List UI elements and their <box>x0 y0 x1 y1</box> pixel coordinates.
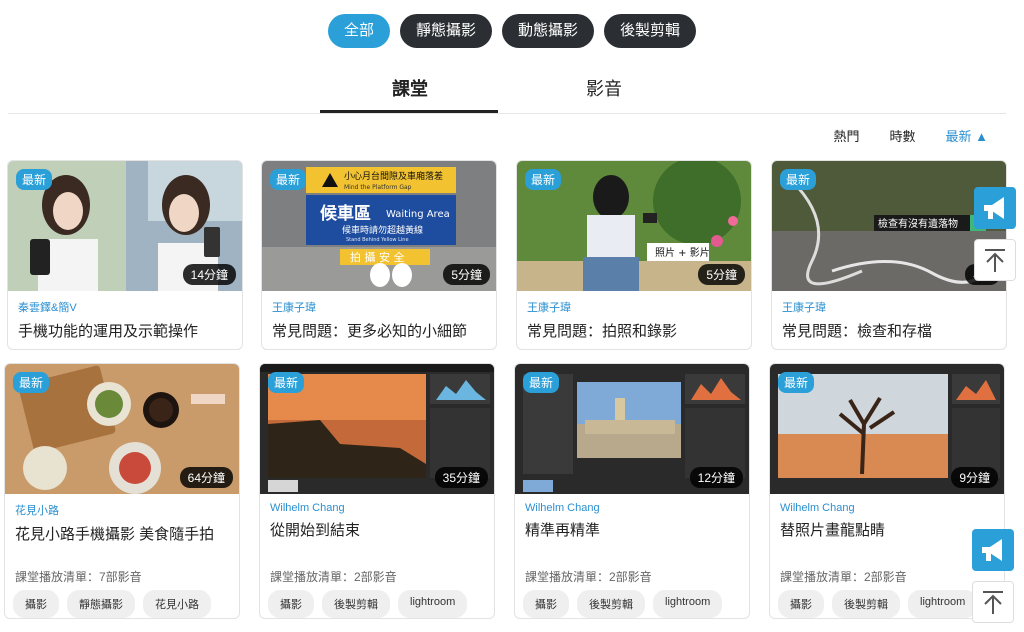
course-title[interactable]: 常見問題：檢查和存檔 <box>772 315 1006 341</box>
new-badge: 最新 <box>270 169 307 190</box>
tag-chip[interactable]: 攝影 <box>778 590 824 618</box>
course-author[interactable]: Wilhelm Chang <box>770 494 1004 514</box>
tag-list: 攝影 後製剪輯 lightroom <box>778 590 978 618</box>
sign-top-text: 小心月台間隙及車廂落差 <box>344 170 443 182</box>
sign-line-text: 候車時請勿超越黃線 <box>342 224 423 236</box>
sort-newest[interactable]: 最新 ▲ <box>946 126 988 145</box>
duration-badge: 14分鐘 <box>182 264 236 285</box>
category-filters: 全部 靜態攝影 動態攝影 後製剪輯 <box>0 14 1024 48</box>
playlist-count: 課堂播放清單：2部影音 <box>780 570 907 584</box>
sort-length[interactable]: 時數 <box>890 126 916 145</box>
course-card[interactable]: 照片 + 影片 最新 5分鐘 王康子瑋 常見問題：拍照和錄影 <box>516 160 752 350</box>
new-badge: 最新 <box>780 169 817 190</box>
tag-chip[interactable]: 攝影 <box>523 590 569 618</box>
floor-text: 拍 攝 安 全 <box>350 250 405 264</box>
sort-hot[interactable]: 熱門 <box>833 126 859 145</box>
sign-sub-text: Mind the Platform Gap <box>344 184 412 191</box>
course-thumbnail[interactable]: 最新 64分鐘 <box>5 364 239 494</box>
course-thumbnail[interactable]: 照片 + 影片 最新 5分鐘 <box>517 161 751 291</box>
duration-badge: 12分鐘 <box>689 467 743 488</box>
duration-badge: 9分鐘 <box>951 467 998 488</box>
course-card[interactable]: 最新 12分鐘 Wilhelm Chang 精準再精準 課堂播放清單：2部影音 … <box>514 363 750 619</box>
tag-chip[interactable]: 攝影 <box>13 590 59 618</box>
course-title[interactable]: 常見問題：拍照和錄影 <box>517 315 751 341</box>
tag-chip[interactable]: lightroom <box>653 590 723 618</box>
tag-list: 攝影 後製剪輯 lightroom <box>523 590 723 618</box>
sign-big-text: 候車區 <box>320 203 371 224</box>
divider <box>8 113 1006 114</box>
new-badge: 最新 <box>268 372 305 393</box>
course-title[interactable]: 替照片畫龍點睛 <box>770 514 1004 540</box>
new-badge: 最新 <box>523 372 560 393</box>
arrow-up-icon <box>983 591 1003 614</box>
back-to-top-button[interactable] <box>974 239 1016 281</box>
thumb-label: 檢查有沒有遺落物 <box>878 217 958 230</box>
course-author[interactable]: 王康子瑋 <box>772 291 1006 315</box>
tag-chip[interactable]: 攝影 <box>268 590 314 618</box>
duration-badge: 5分鐘 <box>698 264 745 285</box>
new-badge: 最新 <box>525 169 562 190</box>
sort-options: 熱門 時數 最新 ▲ <box>833 126 988 145</box>
tag-chip[interactable]: 後製剪輯 <box>832 590 900 618</box>
megaphone-icon <box>984 197 1004 219</box>
tag-chip[interactable]: lightroom <box>908 590 978 618</box>
course-card[interactable]: 最新 14分鐘 秦雲鐸&簡V 手機功能的運用及示範操作 <box>7 160 243 350</box>
course-card[interactable]: 小心月台間隙及車廂落差 Mind the Platform Gap 候車區 Wa… <box>261 160 497 350</box>
tag-list: 攝影 靜態攝影 花見小路 <box>13 590 211 618</box>
course-author[interactable]: 秦雲鐸&簡V <box>8 291 242 315</box>
course-card[interactable]: 最新 64分鐘 花見小路 花見小路手機攝影 美食隨手拍 課堂播放清單：7部影音 … <box>4 363 240 619</box>
course-thumbnail[interactable]: 最新 12分鐘 <box>515 364 749 494</box>
arrow-up-icon <box>985 249 1005 272</box>
course-card[interactable]: 最新 9分鐘 Wilhelm Chang 替照片畫龍點睛 課堂播放清單：2部影音… <box>769 363 1005 619</box>
course-title[interactable]: 常見問題：更多必知的小細節 <box>262 315 496 341</box>
playlist-count: 課堂播放清單：7部影音 <box>15 570 142 584</box>
course-card[interactable]: 檢查有沒有遺落物 最新 4分 王康子瑋 常見問題：檢查和存檔 <box>771 160 1007 350</box>
filter-static-photo[interactable]: 靜態攝影 <box>399 14 492 48</box>
new-badge: 最新 <box>16 169 53 190</box>
tag-chip[interactable]: 靜態攝影 <box>67 590 135 618</box>
tag-chip[interactable]: 花見小路 <box>143 590 211 618</box>
duration-badge: 64分鐘 <box>179 467 233 488</box>
course-author[interactable]: Wilhelm Chang <box>260 494 494 514</box>
tag-list: 攝影 後製剪輯 lightroom <box>268 590 468 618</box>
course-author[interactable]: 花見小路 <box>5 494 239 518</box>
new-badge: 最新 <box>13 372 50 393</box>
course-title[interactable]: 花見小路手機攝影 美食隨手拍 <box>5 518 239 544</box>
course-author[interactable]: 王康子瑋 <box>262 291 496 315</box>
sign-big-en-text: Waiting Area <box>386 209 450 220</box>
megaphone-icon <box>982 539 1002 561</box>
playlist-count: 課堂播放清單：2部影音 <box>270 570 397 584</box>
announcement-button[interactable] <box>972 529 1014 571</box>
course-thumbnail[interactable]: 最新 14分鐘 <box>8 161 242 291</box>
new-badge: 最新 <box>778 372 815 393</box>
course-author[interactable]: Wilhelm Chang <box>515 494 749 514</box>
tag-chip[interactable]: lightroom <box>398 590 468 618</box>
course-card[interactable]: 最新 35分鐘 Wilhelm Chang 從開始到結束 課堂播放清單：2部影音… <box>259 363 495 619</box>
course-author[interactable]: 王康子瑋 <box>517 291 751 315</box>
tab-video[interactable]: 影音 <box>514 72 694 106</box>
course-thumbnail[interactable]: 最新 9分鐘 <box>770 364 1004 494</box>
tag-chip[interactable]: 後製剪輯 <box>322 590 390 618</box>
back-to-top-button[interactable] <box>972 581 1014 623</box>
filter-all[interactable]: 全部 <box>327 14 390 48</box>
content-tabs: 課堂 影音 <box>0 72 1024 114</box>
course-thumbnail[interactable]: 小心月台間隙及車廂落差 Mind the Platform Gap 候車區 Wa… <box>262 161 496 291</box>
course-title[interactable]: 從開始到結束 <box>260 514 494 540</box>
sign-line-en-text: Stand Behind Yellow Line <box>346 237 409 243</box>
filter-motion-photo[interactable]: 動態攝影 <box>502 14 595 48</box>
course-title[interactable]: 精準再精準 <box>515 514 749 540</box>
course-thumbnail[interactable]: 檢查有沒有遺落物 最新 4分 <box>772 161 1006 291</box>
duration-badge: 5分鐘 <box>443 264 490 285</box>
course-thumbnail[interactable]: 最新 35分鐘 <box>260 364 494 494</box>
course-title[interactable]: 手機功能的運用及示範操作 <box>8 315 242 341</box>
thumb-label: 照片 + 影片 <box>655 246 710 259</box>
filter-post-editing[interactable]: 後製剪輯 <box>604 14 697 48</box>
tab-class[interactable]: 課堂 <box>320 72 500 106</box>
playlist-count: 課堂播放清單：2部影音 <box>525 570 652 584</box>
duration-badge: 35分鐘 <box>434 467 488 488</box>
tag-chip[interactable]: 後製剪輯 <box>577 590 645 618</box>
announcement-button[interactable] <box>974 187 1016 229</box>
